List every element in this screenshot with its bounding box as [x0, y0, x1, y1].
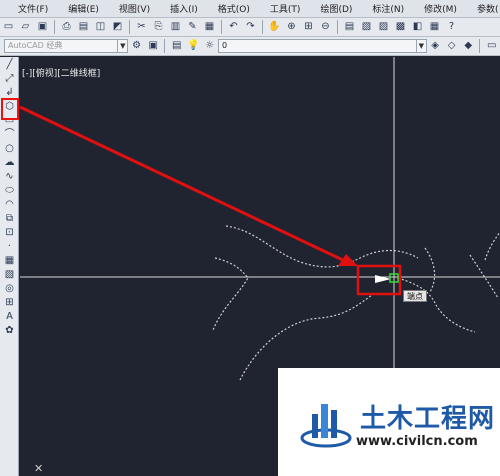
table-icon[interactable]: ⊞	[1, 296, 18, 309]
watermark-title: 土木工程网	[360, 404, 496, 434]
workspace-settings-icon[interactable]: ⚙	[129, 39, 144, 53]
markup-icon[interactable]: ◧	[410, 20, 425, 34]
polyline-highlight-box	[1, 98, 19, 120]
civilcn-logo-icon	[300, 404, 352, 448]
menu-insert[interactable]: 插入(I)	[170, 2, 198, 15]
region-icon[interactable]: ◎	[1, 282, 18, 295]
menu-edit[interactable]: 编辑(E)	[68, 2, 99, 15]
menu-view[interactable]: 视图(V)	[119, 2, 150, 15]
redo-icon[interactable]: ↷	[243, 20, 258, 34]
block-editor-icon[interactable]: ▦	[202, 20, 217, 34]
print-preview-icon[interactable]: ▤	[76, 20, 91, 34]
layer-states-icon[interactable]: ◆	[461, 39, 476, 53]
add-selected-icon[interactable]: ✿	[1, 324, 18, 337]
watermark: 土木工程网 www.civilcn.com	[278, 368, 500, 476]
zoom-realtime-icon[interactable]: ⊕	[284, 20, 299, 34]
workspace-dropdown[interactable]: AutoCAD 经典 ▼	[4, 39, 129, 53]
revision-cloud-icon[interactable]: ☁	[1, 156, 18, 169]
layer-value: 0	[222, 41, 228, 50]
insert-block-icon[interactable]: ⧉	[1, 212, 18, 225]
workspace-save-icon[interactable]: ▣	[146, 39, 161, 53]
toolbar-separator	[54, 20, 55, 34]
spline-icon[interactable]: ∿	[1, 170, 18, 183]
toolbar-separator	[129, 20, 130, 34]
menu-draw[interactable]: 绘图(D)	[320, 2, 352, 15]
watermark-url: www.civilcn.com	[356, 434, 478, 449]
ellipse-arc-icon[interactable]: ◠	[1, 198, 18, 211]
make-block-icon[interactable]: ⊡	[1, 226, 18, 239]
open-file-icon[interactable]: ▱	[18, 20, 33, 34]
menu-tools[interactable]: 工具(T)	[270, 2, 301, 15]
menu-parametric[interactable]: 参数(	[477, 2, 499, 15]
toolbar-separator	[479, 39, 481, 53]
chevron-down-icon: ▼	[415, 40, 426, 52]
hatch-icon[interactable]: ▦	[1, 254, 18, 267]
zoom-previous-icon[interactable]: ⊖	[318, 20, 333, 34]
menu-format[interactable]: 格式(O)	[218, 2, 250, 15]
pan-icon[interactable]: ✋	[267, 20, 282, 34]
standard-toolbar: ▭ ▱ ▣ ⎙ ▤ ◫ ◩ ✂ ⎘ ▥ ✎ ▦ ↶ ↷ ✋ ⊕ ⊞ ⊖ ▤ ▧ …	[0, 18, 500, 37]
match-properties-icon[interactable]: ✎	[185, 20, 200, 34]
sheet-set-icon[interactable]: ▩	[393, 20, 408, 34]
copy-icon[interactable]: ⎘	[151, 20, 166, 34]
toolbar-separator	[221, 20, 222, 34]
properties-icon[interactable]: ▤	[342, 20, 357, 34]
ellipse-icon[interactable]: ⬭	[1, 184, 18, 197]
sun-icon[interactable]: ☼	[203, 39, 218, 53]
workspace-toolbar: AutoCAD 经典 ▼ ⚙ ▣ ▤ 💡 ☼ 0 ▼ ◈ ◇ ◆ ▭	[0, 37, 500, 56]
save-icon[interactable]: ▣	[35, 20, 50, 34]
osnap-tooltip: 端点	[403, 290, 427, 302]
circle-icon[interactable]: ○	[1, 142, 18, 155]
tool-palettes-icon[interactable]: ▨	[376, 20, 391, 34]
calculator-icon[interactable]: ▦	[427, 20, 442, 34]
viewport-controls[interactable]: [-][俯视][二维线框]	[22, 66, 100, 79]
publish-icon[interactable]: ◫	[93, 20, 108, 34]
toolbar-separator	[164, 39, 166, 53]
undo-icon[interactable]: ↶	[226, 20, 241, 34]
workspace-value: AutoCAD 经典	[8, 41, 63, 50]
multiline-text-icon[interactable]: A	[1, 310, 18, 323]
chevron-down-icon: ▼	[117, 40, 127, 52]
plot-icon[interactable]: ◩	[110, 20, 125, 34]
menu-dimension[interactable]: 标注(N)	[372, 2, 404, 15]
make-current-icon[interactable]: ◈	[428, 39, 443, 53]
menu-file[interactable]: 文件(F)	[18, 2, 48, 15]
layer-dropdown[interactable]: 0 ▼	[218, 39, 427, 53]
line-icon[interactable]: ╱	[1, 58, 18, 71]
zoom-window-icon[interactable]: ⊞	[301, 20, 316, 34]
layer-misc-icon[interactable]: ▭	[484, 39, 499, 53]
paste-icon[interactable]: ▥	[168, 20, 183, 34]
layer-previous-icon[interactable]: ◇	[444, 39, 459, 53]
arc-icon[interactable]: ⌒	[1, 128, 18, 141]
layer-properties-icon[interactable]: ▤	[169, 39, 184, 53]
toolbar-separator	[337, 20, 338, 34]
gradient-icon[interactable]: ▧	[1, 268, 18, 281]
point-icon[interactable]: ·	[1, 240, 18, 253]
menu-modify[interactable]: 修改(M)	[424, 2, 457, 15]
autocad-window: 文件(F) 编辑(E) 视图(V) 插入(I) 格式(O) 工具(T) 绘图(D…	[0, 0, 500, 476]
menu-bar: 文件(F) 编辑(E) 视图(V) 插入(I) 格式(O) 工具(T) 绘图(D…	[0, 0, 500, 18]
cut-icon[interactable]: ✂	[134, 20, 149, 34]
new-file-icon[interactable]: ▭	[1, 20, 16, 34]
print-icon[interactable]: ⎙	[59, 20, 74, 34]
toolbar-separator	[262, 20, 263, 34]
construction-line-icon[interactable]: ⤢	[1, 72, 18, 85]
lightbulb-icon[interactable]: 💡	[186, 39, 201, 53]
design-center-icon[interactable]: ▧	[359, 20, 374, 34]
help-icon[interactable]: ?	[444, 20, 459, 34]
